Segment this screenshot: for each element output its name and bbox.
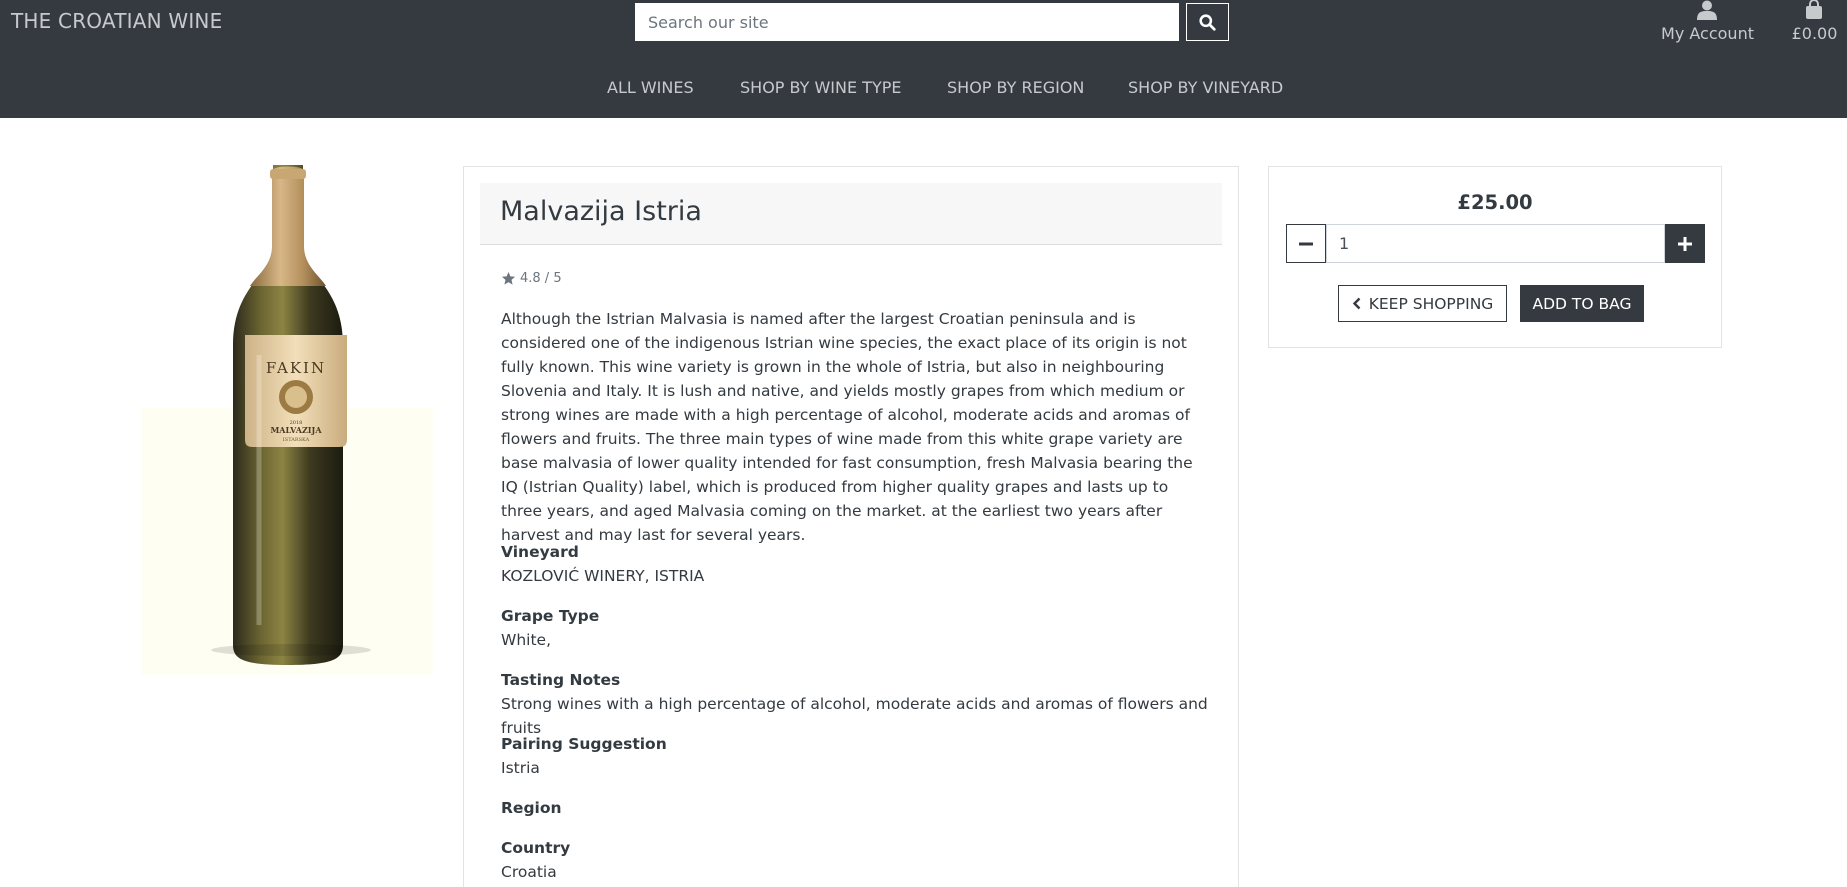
- purchase-card: £25.00 KEEP SHOPPING ADD TO BAG: [1268, 166, 1722, 348]
- search-input[interactable]: [635, 3, 1179, 41]
- product-details-card: Malvazija Istria 4.8 / 5 Although the Is…: [463, 166, 1239, 887]
- keep-shopping-button[interactable]: KEEP SHOPPING: [1338, 285, 1507, 322]
- country-label: Country: [501, 839, 571, 857]
- search-icon: [1199, 13, 1216, 31]
- increment-quantity-button[interactable]: [1665, 224, 1705, 263]
- grape-type-field: Grape Type White,: [501, 604, 1213, 652]
- product-title-bar: Malvazija Istria: [480, 183, 1222, 245]
- user-icon: [1697, 0, 1717, 20]
- grape-type-value: White,: [501, 631, 551, 649]
- shopping-bag-link[interactable]: £0.00: [1787, 0, 1847, 46]
- grape-type-label: Grape Type: [501, 607, 600, 625]
- country-field: Country Croatia: [501, 836, 1213, 884]
- product-rating: 4.8 / 5: [501, 271, 562, 286]
- pairing-suggestion-value: Istria: [501, 759, 540, 777]
- vineyard-field: Vineyard KOZLOVIĆ WINERY, ISTRIA: [501, 540, 1213, 588]
- decrement-quantity-button[interactable]: [1286, 224, 1326, 263]
- nav-shop-by-vineyard[interactable]: SHOP BY VINEYARD: [1128, 78, 1283, 97]
- product-description: Although the Istrian Malvasia is named a…: [501, 310, 1193, 544]
- my-account-link[interactable]: My Account: [1660, 0, 1755, 46]
- add-to-bag-button[interactable]: ADD TO BAG: [1520, 285, 1644, 322]
- product-image[interactable]: FAKIN 2018 MALVAZIJA ISTARSKA: [141, 165, 433, 675]
- nav-shop-by-region[interactable]: SHOP BY REGION: [947, 78, 1084, 97]
- label-region: ISTARSKA: [283, 437, 310, 443]
- chevron-left-icon: [1352, 297, 1361, 310]
- country-value: Croatia: [501, 863, 557, 881]
- search-button[interactable]: [1186, 3, 1229, 41]
- pairing-suggestion-field: Pairing Suggestion Istria: [501, 732, 1213, 780]
- plus-icon: [1678, 236, 1692, 251]
- wine-bottle-image: FAKIN 2018 MALVAZIJA ISTARSKA: [141, 165, 433, 675]
- nav-all-wines[interactable]: ALL WINES: [607, 78, 694, 97]
- my-account-label: My Account: [1661, 24, 1754, 43]
- label-brand: FAKIN: [266, 359, 326, 377]
- label-name: MALVAZIJA: [270, 425, 322, 435]
- vineyard-value: KOZLOVIĆ WINERY, ISTRIA: [501, 567, 705, 585]
- quantity-input[interactable]: [1326, 224, 1665, 263]
- nav-shop-by-wine-type[interactable]: SHOP BY WINE TYPE: [740, 78, 901, 97]
- keep-shopping-label: KEEP SHOPPING: [1368, 294, 1494, 313]
- tasting-notes-label: Tasting Notes: [501, 671, 621, 689]
- tasting-notes-field: Tasting Notes Strong wines with a high p…: [501, 668, 1213, 740]
- rating-value: 4.8 / 5: [520, 271, 562, 286]
- region-label: Region: [501, 799, 562, 817]
- shopping-bag-icon: [1806, 0, 1822, 19]
- minus-icon: [1299, 242, 1313, 245]
- star-icon: [501, 271, 516, 285]
- site-brand[interactable]: THE CROATIAN WINE: [11, 9, 222, 33]
- product-title: Malvazija Istria: [500, 196, 702, 227]
- bag-total: £0.00: [1791, 24, 1838, 43]
- product-price: £25.00: [1457, 191, 1533, 214]
- region-field: Region: [501, 796, 1213, 820]
- site-header: THE CROATIAN WINE My Account £0.00 ALL W…: [0, 0, 1847, 118]
- pairing-suggestion-label: Pairing Suggestion: [501, 735, 667, 753]
- vineyard-label: Vineyard: [501, 543, 579, 561]
- main-nav: ALL WINES SHOP BY WINE TYPE SHOP BY REGI…: [0, 78, 1847, 102]
